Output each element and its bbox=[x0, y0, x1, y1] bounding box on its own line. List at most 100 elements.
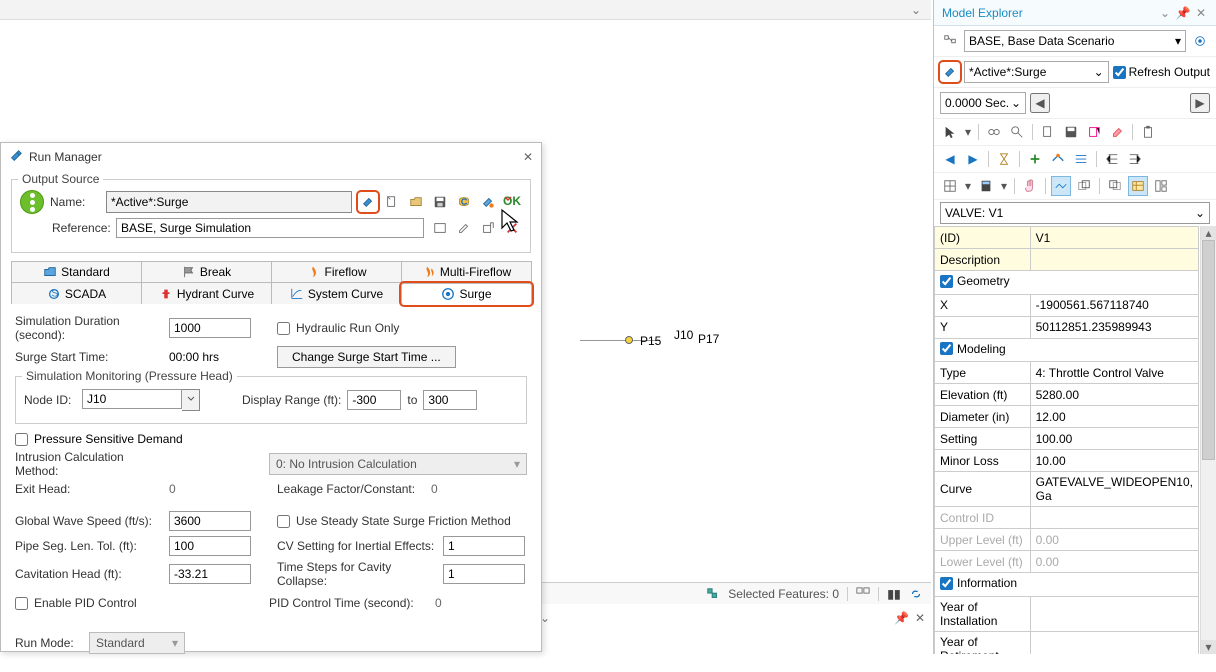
change-start-time-button[interactable]: Change Surge Start Time ... bbox=[277, 346, 456, 368]
junction-node-icon[interactable] bbox=[625, 336, 633, 344]
close-icon[interactable]: ✕ bbox=[523, 150, 533, 164]
node-id-input[interactable] bbox=[82, 389, 182, 409]
refresh-db-icon[interactable] bbox=[454, 192, 474, 212]
tab-standard[interactable]: Standard bbox=[11, 261, 142, 282]
prop-value[interactable]: 12.00 bbox=[1030, 406, 1198, 428]
prop-value[interactable]: 50112851.235989943 bbox=[1030, 316, 1198, 338]
calc-icon[interactable] bbox=[976, 176, 996, 196]
chevron-down-icon[interactable]: ▾ bbox=[963, 122, 973, 142]
chevron-down-icon[interactable]: ▾ bbox=[963, 176, 973, 196]
export-icon[interactable] bbox=[478, 218, 498, 238]
tab-surge[interactable]: Surge bbox=[401, 283, 532, 305]
pause-icon[interactable]: ▮▮ bbox=[887, 587, 901, 601]
prop-value[interactable] bbox=[1030, 596, 1198, 631]
document-icon[interactable] bbox=[1038, 122, 1058, 142]
lines-icon[interactable] bbox=[1071, 149, 1091, 169]
layout-icon[interactable] bbox=[1151, 176, 1171, 196]
tab-hydrant-curve[interactable]: Hydrant Curve bbox=[141, 282, 272, 304]
pin-icon[interactable]: 📌 bbox=[894, 611, 909, 625]
clipboard-icon[interactable] bbox=[1138, 122, 1158, 142]
pipe-tool-icon[interactable] bbox=[1048, 149, 1068, 169]
refresh-output-checkbox[interactable] bbox=[1113, 66, 1126, 79]
prop-value[interactable]: GATEVALVE_WIDEOPEN10, Ga bbox=[1030, 472, 1198, 507]
layer-front-icon[interactable] bbox=[1105, 176, 1125, 196]
hammer-icon[interactable] bbox=[940, 62, 960, 82]
tab-scada[interactable]: S SCADA bbox=[11, 282, 142, 304]
model-explorer-titlebar[interactable]: Model Explorer ⌄ 📌 ✕ bbox=[934, 0, 1216, 26]
forward-icon[interactable]: ▶ bbox=[963, 149, 983, 169]
scenario-combo[interactable]: BASE, Base Data Scenario▾ bbox=[964, 30, 1186, 52]
map-canvas[interactable]: P15 J10 P17 bbox=[540, 0, 931, 614]
link-icon[interactable] bbox=[984, 122, 1004, 142]
target-icon[interactable] bbox=[1190, 31, 1210, 51]
sim-duration-input[interactable] bbox=[169, 318, 251, 338]
cv-input[interactable] bbox=[443, 536, 525, 556]
prop-value[interactable] bbox=[1030, 249, 1198, 271]
enable-pid-checkbox[interactable] bbox=[15, 597, 28, 610]
close-icon[interactable]: ✕ bbox=[915, 611, 925, 625]
hammer-run-icon[interactable] bbox=[358, 192, 378, 212]
grid-toggle-icon[interactable] bbox=[856, 587, 870, 601]
prop-value[interactable]: -1900561.567118740 bbox=[1030, 294, 1198, 316]
scrollbar[interactable]: ▴ ▾ bbox=[1200, 226, 1216, 654]
time-combo[interactable]: 0.0000 Sec.⌄ bbox=[940, 92, 1026, 114]
pipe-seg-input[interactable] bbox=[169, 536, 251, 556]
active-run-combo[interactable]: *Active*:Surge⌄ bbox=[964, 61, 1109, 83]
hammer-settings-icon[interactable] bbox=[478, 192, 498, 212]
layer-back-icon[interactable] bbox=[1074, 176, 1094, 196]
ok-run-icon[interactable]: OK bbox=[502, 192, 522, 212]
pin-icon[interactable]: 📌 bbox=[1176, 6, 1190, 20]
element-select-combo[interactable]: VALVE: V1⌄ bbox=[940, 202, 1210, 224]
close-icon[interactable]: ✕ bbox=[1194, 6, 1208, 20]
prop-value[interactable]: V1 bbox=[1030, 227, 1198, 249]
hourglass-icon[interactable] bbox=[994, 149, 1014, 169]
tab-break[interactable]: Break bbox=[141, 261, 272, 282]
window-icon[interactable] bbox=[430, 218, 450, 238]
link-icon[interactable] bbox=[909, 587, 923, 601]
range-from-input[interactable] bbox=[347, 390, 401, 410]
tab-multi-fireflow[interactable]: Multi-Fireflow bbox=[401, 261, 532, 282]
time-steps-input[interactable] bbox=[443, 564, 525, 584]
node-id-dropdown-button[interactable] bbox=[182, 389, 200, 411]
open-folder-icon[interactable] bbox=[406, 192, 426, 212]
prop-value[interactable] bbox=[1030, 631, 1198, 654]
prop-value[interactable]: 100.00 bbox=[1030, 428, 1198, 450]
prop-value[interactable]: 4: Throttle Control Valve bbox=[1030, 362, 1198, 384]
eraser-icon[interactable] bbox=[1107, 122, 1127, 142]
range-to-input[interactable] bbox=[423, 390, 477, 410]
wave-speed-input[interactable] bbox=[169, 511, 251, 531]
scenario-tree-icon[interactable] bbox=[940, 31, 960, 51]
use-steady-checkbox[interactable] bbox=[277, 515, 290, 528]
export-icon[interactable] bbox=[1084, 122, 1104, 142]
delete-icon[interactable] bbox=[502, 218, 522, 238]
chevron-down-icon[interactable]: ▾ bbox=[999, 176, 1009, 196]
pressure-demand-checkbox[interactable] bbox=[15, 433, 28, 446]
prop-value[interactable]: 10.00 bbox=[1030, 450, 1198, 472]
category-information[interactable]: Information bbox=[940, 576, 1017, 590]
table-view-icon[interactable] bbox=[1128, 176, 1148, 196]
grid-icon[interactable] bbox=[940, 176, 960, 196]
indent-left-icon[interactable] bbox=[1102, 149, 1122, 169]
cav-head-input[interactable] bbox=[169, 564, 251, 584]
add-icon[interactable] bbox=[1025, 149, 1045, 169]
tab-system-curve[interactable]: System Curve bbox=[271, 282, 402, 304]
save-icon[interactable] bbox=[1061, 122, 1081, 142]
hydraulic-only-checkbox[interactable] bbox=[277, 322, 290, 335]
scroll-up-icon[interactable]: ▴ bbox=[1201, 226, 1216, 240]
indent-right-icon[interactable] bbox=[1125, 149, 1145, 169]
reference-field[interactable] bbox=[116, 218, 424, 238]
map-view-icon[interactable] bbox=[1051, 176, 1071, 196]
category-geometry[interactable]: Geometry bbox=[940, 274, 1010, 288]
tab-fireflow[interactable]: Fireflow bbox=[271, 261, 402, 282]
save-icon[interactable] bbox=[430, 192, 450, 212]
scroll-down-icon[interactable]: ▾ bbox=[1201, 640, 1216, 654]
new-file-icon[interactable] bbox=[382, 192, 402, 212]
zoom-icon[interactable] bbox=[1007, 122, 1027, 142]
name-combo[interactable]: *Active*:Surge bbox=[106, 191, 352, 213]
scroll-thumb[interactable] bbox=[1202, 240, 1215, 460]
hand-icon[interactable] bbox=[1020, 176, 1040, 196]
pointer-icon[interactable] bbox=[940, 122, 960, 142]
back-icon[interactable]: ◀ bbox=[940, 149, 960, 169]
prev-step-icon[interactable]: ◀ bbox=[1030, 93, 1050, 113]
edit-icon[interactable] bbox=[454, 218, 474, 238]
